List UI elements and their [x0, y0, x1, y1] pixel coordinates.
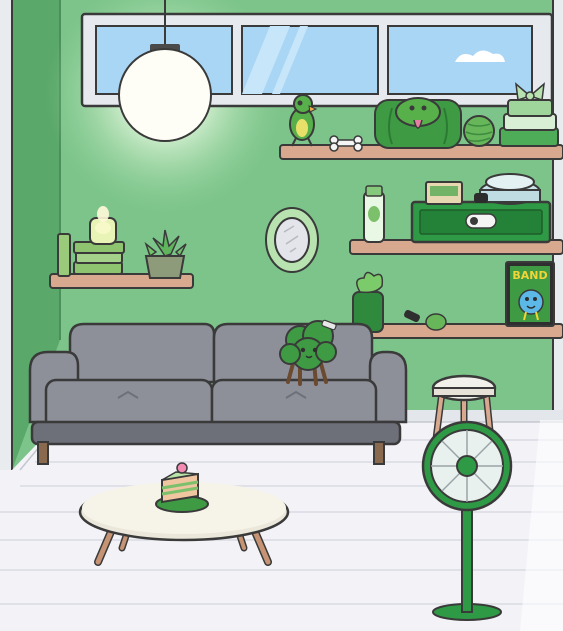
room-scene: BAND	[0, 0, 563, 631]
lotion-bottle[interactable]	[363, 185, 385, 243]
frog-backpack[interactable]	[374, 97, 462, 149]
yarn-ball[interactable]	[463, 115, 495, 147]
gray-sofa[interactable]	[28, 322, 408, 465]
cereal-box[interactable]	[425, 181, 463, 205]
comic-book[interactable]: BAND	[505, 261, 555, 327]
green-toolbox[interactable]	[410, 200, 552, 244]
room-svg: BAND	[0, 0, 563, 631]
hand-mirror[interactable]	[265, 207, 319, 273]
lidded-bowl[interactable]	[479, 173, 541, 205]
bottle-cap[interactable]	[474, 193, 488, 203]
comic-title: BAND	[512, 269, 547, 282]
